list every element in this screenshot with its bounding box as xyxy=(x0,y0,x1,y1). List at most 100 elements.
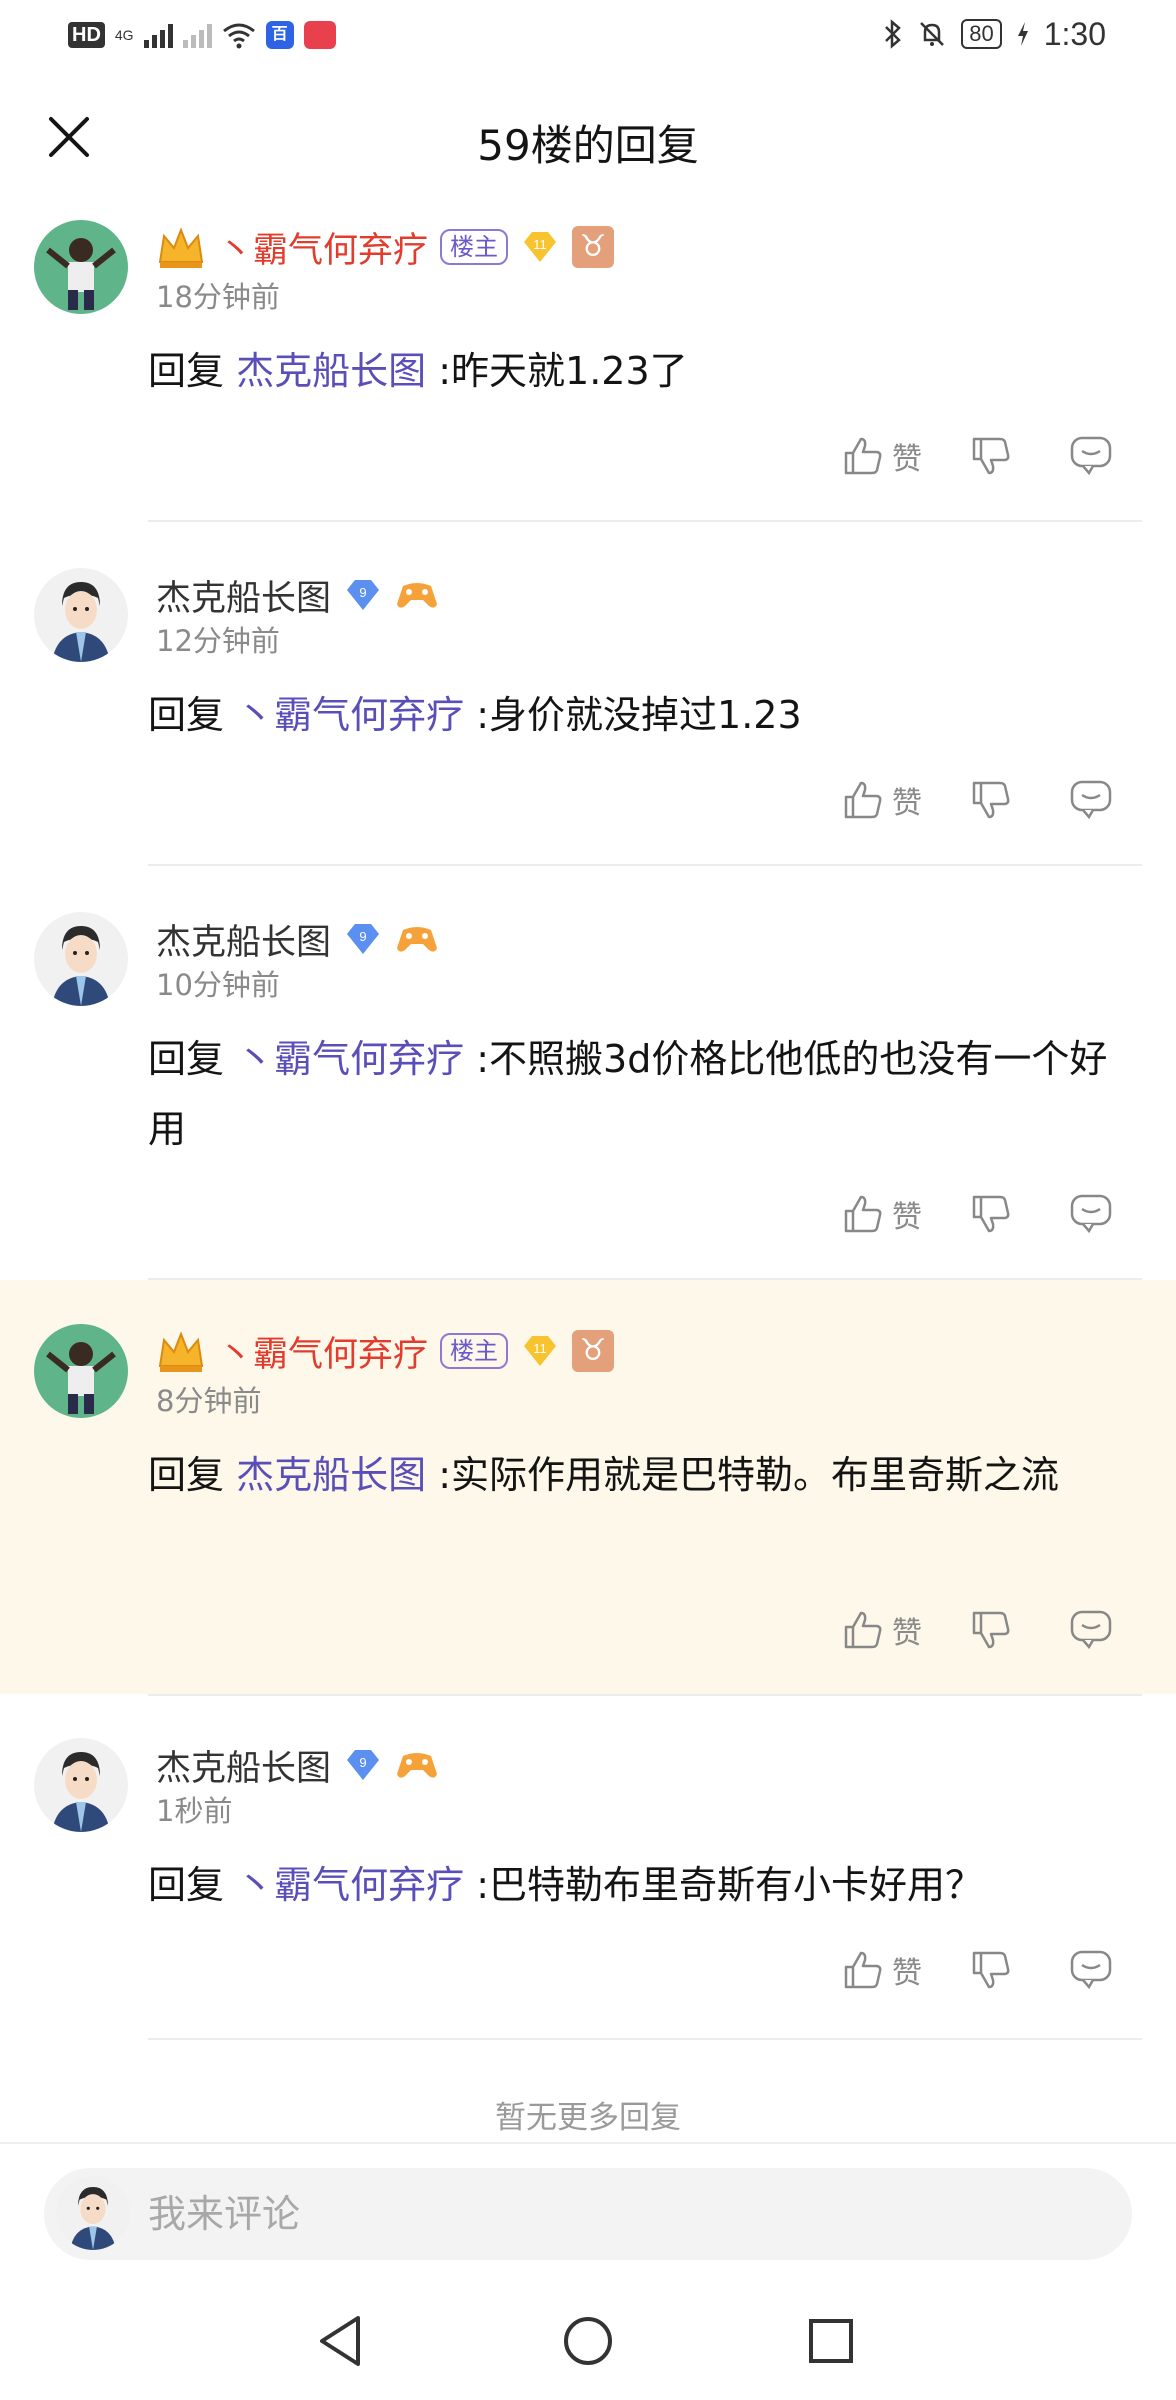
chat-bubble-icon xyxy=(1070,780,1112,820)
username[interactable]: 丶霸气何弃疗 xyxy=(218,222,428,273)
comment-item: 杰克船长图 9 1秒前 回复 丶霸气何弃疗 :巴特勒布里奇斯有小卡好用？ 赞 xyxy=(0,1730,1176,2040)
author-avatar-image xyxy=(34,220,128,314)
reply-prefix: 回复 xyxy=(148,1863,225,1907)
page-title: 59楼的回复 xyxy=(477,121,699,170)
status-right: 80 1:30 xyxy=(883,16,1106,52)
thumbs-down-icon xyxy=(972,781,1010,819)
reply-target[interactable]: 丶霸气何弃疗 xyxy=(236,1037,464,1081)
no-more-replies: 暂无更多回复 xyxy=(495,2100,681,2136)
divider xyxy=(148,1694,1142,1696)
reply-button[interactable] xyxy=(1046,426,1136,486)
avatar[interactable] xyxy=(34,912,128,1006)
charging-icon xyxy=(1017,22,1028,46)
battery-level: 80 xyxy=(961,19,1002,49)
gamepad-badge-icon xyxy=(397,583,438,608)
notification-app-icon xyxy=(303,21,336,49)
level-number: 11 xyxy=(533,237,547,252)
reply-button[interactable] xyxy=(1046,1184,1136,1244)
user-avatar-image xyxy=(34,568,128,662)
back-triangle-icon xyxy=(320,2316,360,2366)
clock: 1:30 xyxy=(1043,15,1106,52)
dislike-button[interactable] xyxy=(936,770,1046,830)
comment-item: 丶霸气何弃疗 楼主 11 ♉ 18分钟前 回复 杰克船长图 :昨天就1.23了 … xyxy=(0,216,1176,522)
user-avatar-image xyxy=(34,1738,128,1832)
comment-box[interactable] xyxy=(44,2168,1132,2260)
owner-badge: 楼主 xyxy=(440,1333,509,1369)
comment-footer xyxy=(0,2142,1176,2282)
thumbs-down-icon xyxy=(972,437,1010,475)
reply-target[interactable]: 杰克船长图 xyxy=(236,349,426,393)
dislike-button[interactable] xyxy=(936,1940,1046,2000)
reply-target[interactable]: 杰克船长图 xyxy=(236,1453,426,1497)
signal-2-icon xyxy=(182,22,212,48)
reply-body: :实际作用就是巴特勒。布里奇斯之流 xyxy=(438,1453,1060,1497)
owner-badge: 楼主 xyxy=(440,229,509,265)
thumbs-down-icon xyxy=(972,1951,1010,1989)
chat-bubble-icon xyxy=(1070,1610,1112,1650)
reply-body: :巴特勒布里奇斯有小卡好用？ xyxy=(476,1863,984,1907)
like-label: 赞 xyxy=(892,1616,922,1651)
name-row: 杰克船长图 9 xyxy=(156,570,439,620)
username[interactable]: 丶霸气何弃疗 xyxy=(218,1326,428,1377)
thumbs-up-icon xyxy=(844,1951,882,1989)
nav-home-button[interactable] xyxy=(553,2306,623,2376)
chat-bubble-icon xyxy=(1070,1950,1112,1990)
user-avatar-image xyxy=(34,912,128,1006)
avatar[interactable] xyxy=(34,1738,128,1832)
reply-target[interactable]: 丶霸气何弃疗 xyxy=(236,693,464,737)
reply-target[interactable]: 丶霸气何弃疗 xyxy=(236,1863,464,1907)
username[interactable]: 杰克船长图 xyxy=(156,914,331,965)
comment-input[interactable] xyxy=(148,2168,1108,2260)
comment-text: 回复 杰克船长图 :实际作用就是巴特勒。布里奇斯之流 xyxy=(148,1440,1138,1510)
avatar[interactable] xyxy=(34,220,128,314)
recents-square-icon xyxy=(809,2319,853,2363)
network-type: 4G xyxy=(114,27,134,43)
like-label: 赞 xyxy=(892,1200,922,1235)
thumbs-up-icon xyxy=(844,781,882,819)
dislike-button[interactable] xyxy=(936,426,1046,486)
nav-recents-button[interactable] xyxy=(796,2306,866,2376)
comment-text: 回复 丶霸气何弃疗 :不照搬3d价格比他低的也没有一个好用 xyxy=(148,1024,1138,1164)
like-label: 赞 xyxy=(892,1956,922,1991)
action-bar: 赞 xyxy=(828,770,1136,830)
baidu-app-icon: 百 xyxy=(265,21,294,49)
reply-button[interactable] xyxy=(1046,1600,1136,1660)
user-avatar-image xyxy=(56,2176,130,2250)
home-circle-icon xyxy=(564,2317,612,2365)
action-bar: 赞 xyxy=(828,1600,1136,1660)
reply-prefix: 回复 xyxy=(148,693,225,737)
divider xyxy=(148,520,1142,522)
timestamp: 8分钟前 xyxy=(156,1384,262,1418)
username[interactable]: 杰克船长图 xyxy=(156,1740,331,1791)
nav-back-button[interactable] xyxy=(306,2306,376,2376)
name-row: 丶霸气何弃疗 楼主 11 ♉ xyxy=(156,222,615,273)
reply-prefix: 回复 xyxy=(148,349,225,393)
my-avatar xyxy=(56,2176,130,2250)
dislike-button[interactable] xyxy=(936,1184,1046,1244)
gamepad-badge-icon xyxy=(397,927,438,952)
like-label: 赞 xyxy=(892,786,922,821)
level-number: 11 xyxy=(533,1341,547,1356)
reply-button[interactable] xyxy=(1046,1940,1136,2000)
avatar[interactable] xyxy=(34,1324,128,1418)
reply-body: :身价就没掉过1.23 xyxy=(476,693,802,737)
comment-item: 杰克船长图 9 10分钟前 回复 丶霸气何弃疗 :不照搬3d价格比他低的也没有一… xyxy=(0,904,1176,1280)
reply-prefix: 回复 xyxy=(148,1453,225,1497)
mute-bell-icon xyxy=(920,22,945,46)
name-row: 杰克船长图 9 xyxy=(156,914,439,964)
author-avatar-image xyxy=(34,1324,128,1418)
like-button[interactable]: 赞 xyxy=(828,426,936,486)
system-nav-bar xyxy=(0,2282,1176,2400)
level-number: 9 xyxy=(359,929,366,944)
like-button[interactable]: 赞 xyxy=(828,1940,936,2000)
thumbs-up-icon xyxy=(844,1611,882,1649)
reply-button[interactable] xyxy=(1046,770,1136,830)
like-button[interactable]: 赞 xyxy=(828,1184,936,1244)
avatar[interactable] xyxy=(34,568,128,662)
like-button[interactable]: 赞 xyxy=(828,770,936,830)
dislike-button[interactable] xyxy=(936,1600,1046,1660)
like-button[interactable]: 赞 xyxy=(828,1600,936,1660)
level-number: 9 xyxy=(359,585,366,600)
reply-prefix: 回复 xyxy=(148,1037,225,1081)
username[interactable]: 杰克船长图 xyxy=(156,570,331,621)
